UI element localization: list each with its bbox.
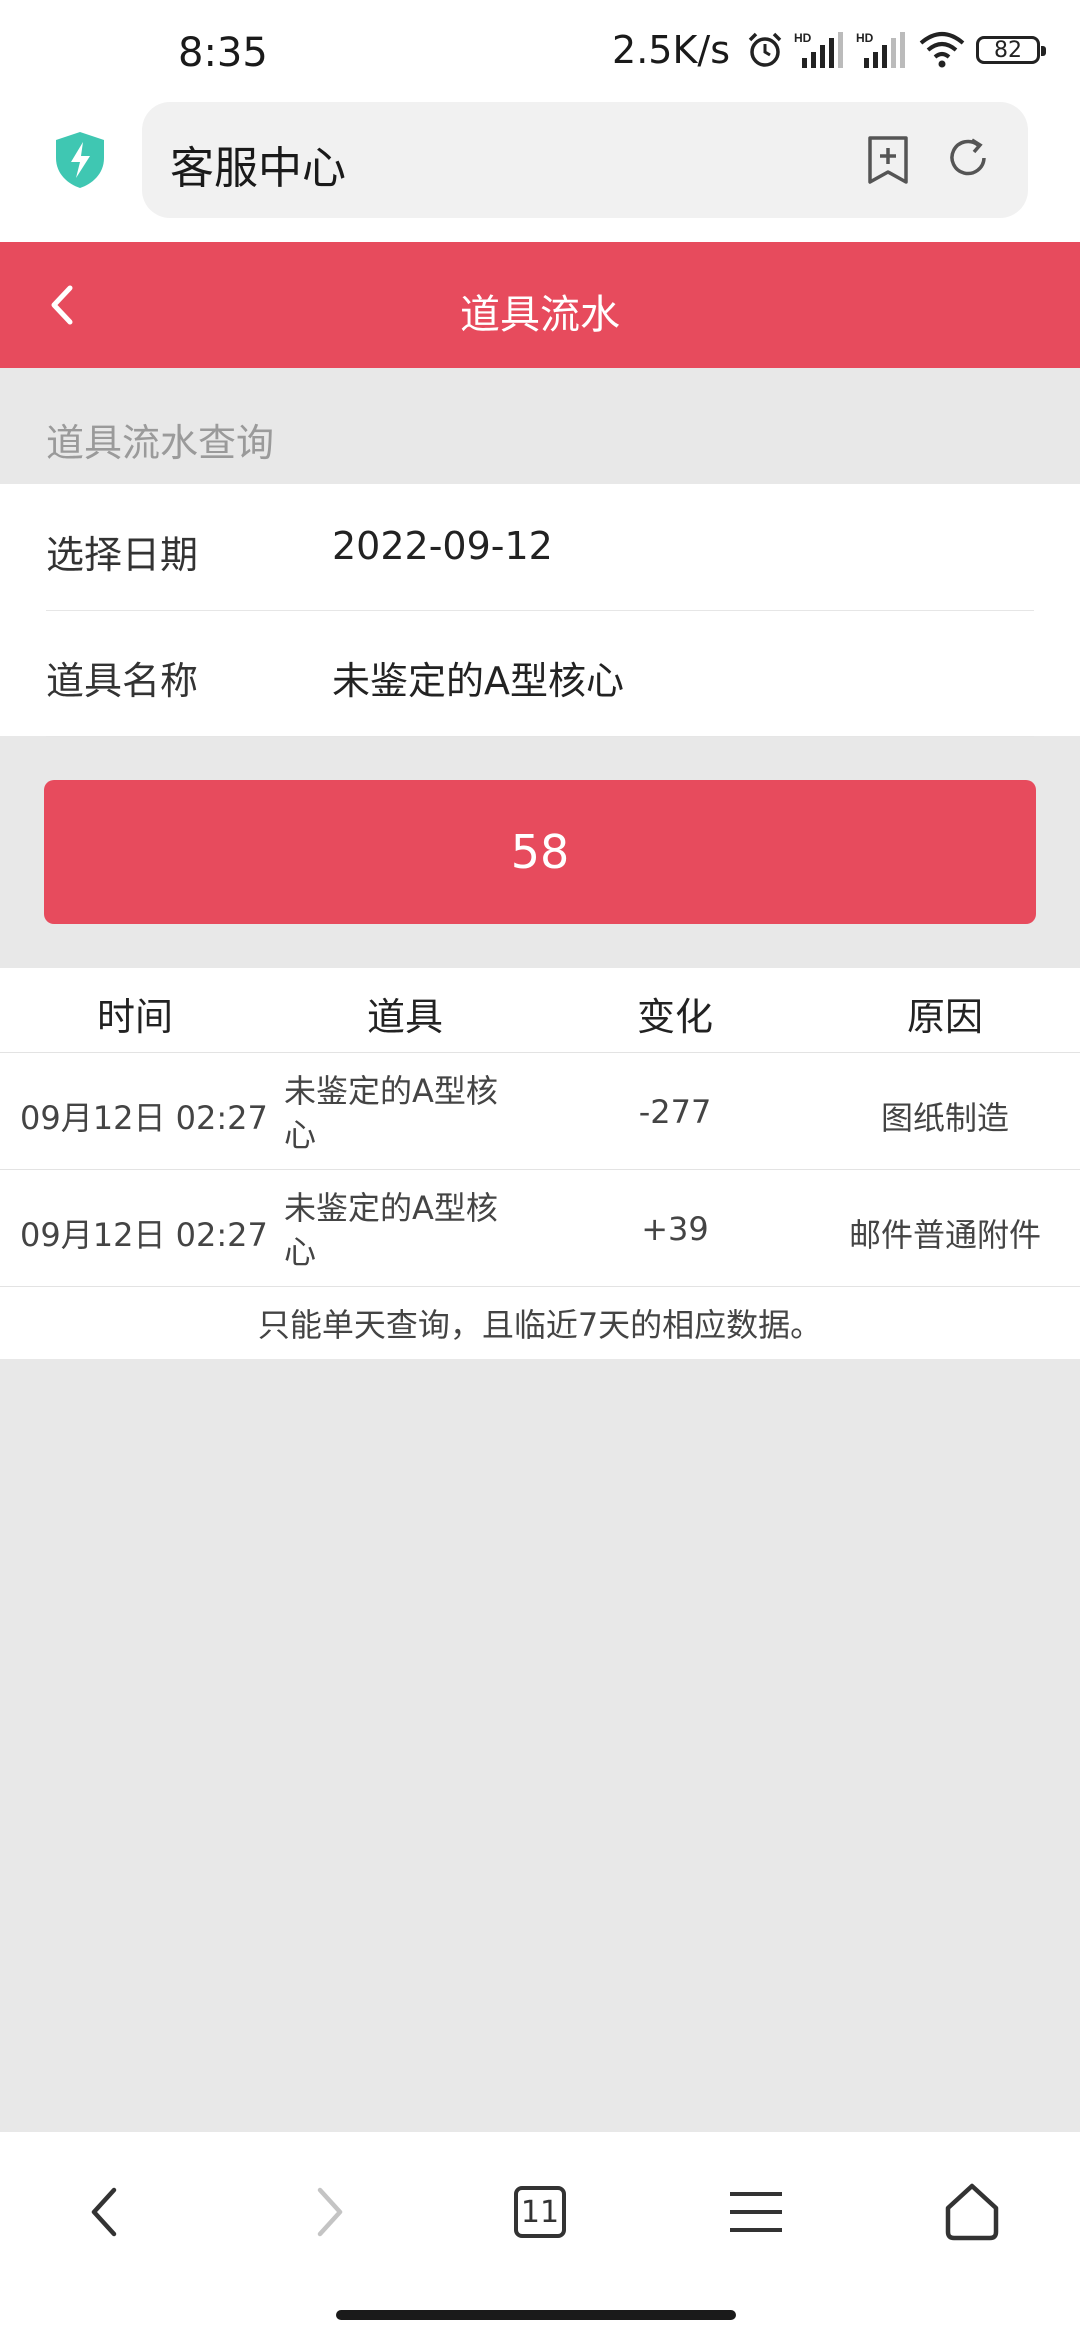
column-header-item: 道具 (366, 995, 443, 1039)
browser-toolbar: 客服中心 (0, 100, 1080, 242)
cell-change: +39 (641, 1210, 709, 1248)
query-button[interactable]: 58 (44, 780, 1036, 924)
item-field[interactable]: 未鉴定的A型核心 (332, 650, 624, 705)
home-icon[interactable] (932, 2172, 1012, 2252)
section-label: 道具流水查询 (46, 421, 275, 465)
shield-icon[interactable] (52, 130, 108, 194)
cell-change: -277 (638, 1093, 712, 1131)
page-title: 道具流水 (460, 292, 620, 338)
date-row[interactable]: 选择日期 2022-09-12 (46, 484, 1034, 611)
item-label: 道具名称 (46, 659, 199, 703)
bookmark-add-icon[interactable] (866, 134, 910, 190)
status-time: 8:35 (178, 30, 268, 76)
reload-icon[interactable] (944, 134, 992, 186)
address-bar[interactable]: 客服中心 (142, 102, 1028, 218)
address-bar-text[interactable]: 客服中心 (170, 132, 346, 196)
page-header: 道具流水 (0, 242, 1080, 368)
table-row: 09月12日 02:27 未鉴定的A型核心 -277 图纸制造 (0, 1053, 1080, 1170)
cell-item: 未鉴定的A型核心 (284, 1072, 498, 1154)
browser-bottom-nav: 11 (0, 2132, 1080, 2340)
column-header-time: 时间 (96, 995, 173, 1039)
back-icon[interactable] (66, 2172, 146, 2252)
status-icons: 2.5K/s HD HD 82 (612, 28, 1046, 72)
table-row: 09月12日 02:27 未鉴定的A型核心 +39 邮件普通附件 (0, 1170, 1080, 1287)
cell-reason: 邮件普通附件 (848, 1216, 1041, 1254)
signal-hd-icon: HD (794, 30, 846, 70)
cell-item: 未鉴定的A型核心 (284, 1189, 498, 1271)
date-label: 选择日期 (46, 533, 199, 577)
cell-time: 09月12日 02:27 (20, 1216, 268, 1254)
table-header: 时间 道具 变化 原因 (0, 968, 1080, 1053)
forward-icon[interactable] (288, 2172, 368, 2252)
svg-text:HD: HD (856, 31, 874, 45)
records-table: 时间 道具 变化 原因 09月12日 02:27 未鉴定的A型核心 -277 图… (0, 968, 1080, 1359)
tab-count: 11 (514, 2186, 566, 2238)
cell-time: 09月12日 02:27 (20, 1099, 268, 1137)
column-header-change: 变化 (636, 995, 713, 1039)
signal-hd-icon: HD (856, 30, 908, 70)
menu-icon[interactable] (716, 2172, 796, 2252)
tabs-icon[interactable]: 11 (500, 2172, 580, 2252)
cell-reason: 图纸制造 (880, 1099, 1009, 1137)
alarm-icon (746, 31, 784, 69)
home-indicator[interactable] (336, 2310, 736, 2320)
query-note: 只能单天查询，且临近7天的相应数据。 (257, 1306, 823, 1344)
date-field[interactable]: 2022-09-12 (332, 524, 553, 568)
query-form: 选择日期 2022-09-12 道具名称 未鉴定的A型核心 (0, 484, 1080, 737)
battery-icon: 82 (976, 36, 1046, 64)
wifi-icon (918, 31, 966, 69)
column-header-reason: 原因 (906, 995, 983, 1039)
status-bar: 8:35 2.5K/s HD HD 82 (0, 0, 1080, 100)
svg-text:HD: HD (794, 31, 812, 45)
network-speed: 2.5K/s (612, 28, 730, 72)
item-row[interactable]: 道具名称 未鉴定的A型核心 (46, 610, 1034, 737)
